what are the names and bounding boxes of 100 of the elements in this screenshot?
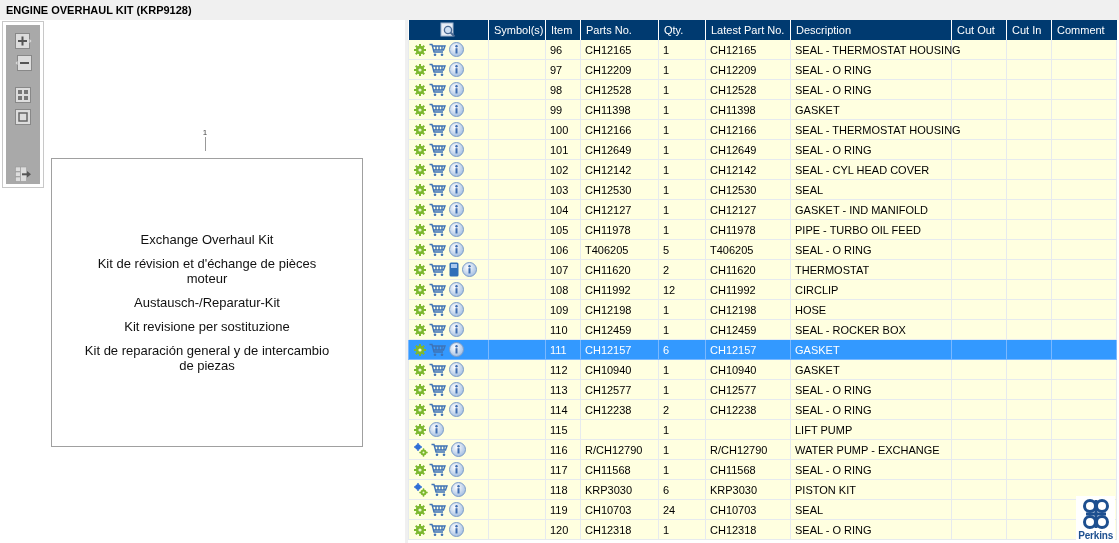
cart-icon[interactable] [429, 162, 446, 177]
table-row[interactable]: 101 CH12649 1 CH12649 SEAL - O RING [408, 139, 1117, 160]
cart-icon[interactable] [429, 522, 446, 537]
export-icon[interactable] [14, 166, 32, 183]
info-icon[interactable] [449, 242, 464, 257]
cart-icon[interactable] [429, 322, 446, 337]
cart-icon[interactable] [429, 502, 446, 517]
table-row[interactable]: 105 CH11978 1 CH11978 PIPE - TURBO OIL FEED [408, 219, 1117, 240]
cart-icon[interactable] [429, 82, 446, 97]
cart-icon[interactable] [429, 242, 446, 257]
table-row[interactable]: 119 CH10703 24 CH10703 SEAL [408, 499, 1117, 520]
table-cell: SEAL - O RING [795, 403, 872, 416]
column-header[interactable]: Latest Part No. [705, 20, 791, 40]
info-icon[interactable] [449, 62, 464, 77]
column-header[interactable]: Cut In [1006, 20, 1052, 40]
cart-icon[interactable] [429, 182, 446, 197]
table-cell: 103 [550, 183, 569, 196]
cart-icon[interactable] [429, 102, 446, 117]
table-cell: LIFT PUMP [795, 423, 853, 436]
gear-icon[interactable] [414, 343, 426, 356]
info-icon[interactable] [449, 322, 464, 337]
table-row[interactable]: 110 CH12459 1 CH12459 SEAL - ROCKER BOX [408, 319, 1117, 340]
info-icon[interactable] [449, 342, 464, 357]
info-icon[interactable] [451, 442, 466, 457]
info-icon[interactable] [449, 462, 464, 477]
table-cell: CH12165 [710, 43, 757, 56]
info-icon[interactable] [449, 182, 464, 197]
info-icon[interactable] [449, 502, 464, 517]
cart-icon[interactable] [429, 282, 446, 297]
info-icon[interactable] [449, 102, 464, 117]
table-cell: CH12166 [710, 123, 757, 136]
cart-icon[interactable] [429, 42, 446, 57]
table-row[interactable]: 97 CH12209 1 CH12209 SEAL - O RING [408, 59, 1117, 80]
table-cell: CH12238 [585, 403, 632, 416]
cart-icon[interactable] [429, 122, 446, 137]
info-icon[interactable] [451, 482, 466, 497]
table-row[interactable]: 99 CH11398 1 CH11398 GASKET [408, 99, 1117, 120]
info-icon[interactable] [449, 202, 464, 217]
column-header[interactable]: Parts No. [580, 20, 659, 40]
info-icon[interactable] [429, 422, 444, 437]
cart-icon[interactable] [429, 382, 446, 397]
info-icon[interactable] [449, 122, 464, 137]
zoom-out-icon[interactable] [14, 55, 32, 72]
table-row[interactable]: 96 CH12165 1 CH12165 SEAL - THERMOSTAT HOUSING [408, 40, 1117, 60]
info-icon[interactable] [449, 82, 464, 97]
info-icon[interactable] [449, 162, 464, 177]
cart-icon[interactable] [429, 362, 446, 377]
table-cell: SEAL - O RING [795, 143, 872, 156]
cart-icon[interactable] [429, 302, 446, 317]
fit-icon[interactable] [14, 109, 32, 126]
table-row[interactable]: 106 T406205 5 T406205 SEAL - O RING [408, 239, 1117, 260]
table-cell: CH12528 [710, 83, 757, 96]
gears-icon[interactable] [414, 482, 428, 497]
table-cell: CH12238 [710, 403, 757, 416]
table-row[interactable]: 103 CH12530 1 CH12530 SEAL [408, 179, 1117, 200]
cart-icon[interactable] [429, 62, 446, 77]
table-row[interactable]: 118 KRP3030 6 KRP3030 PISTON KIT [408, 479, 1117, 500]
table-row[interactable]: 112 CH10940 1 CH10940 GASKET [408, 359, 1117, 380]
column-header[interactable]: Qty. [658, 20, 706, 40]
table-row[interactable]: 115 1 LIFT PUMP [408, 419, 1117, 440]
gears-icon[interactable] [414, 442, 428, 457]
info-icon[interactable] [449, 522, 464, 537]
grid-icon[interactable] [14, 87, 32, 104]
table-row[interactable]: 113 CH12577 1 CH12577 SEAL - O RING [408, 379, 1117, 400]
cart-icon[interactable] [429, 202, 446, 217]
column-header[interactable]: Comment [1051, 20, 1117, 40]
zoom-in-icon[interactable] [14, 33, 32, 50]
cart-icon[interactable] [429, 462, 446, 477]
table-row[interactable]: 102 CH12142 1 CH12142 SEAL - CYL HEAD COVER [408, 159, 1117, 180]
info-icon[interactable] [449, 142, 464, 157]
info-icon[interactable] [449, 42, 464, 57]
book-icon[interactable] [449, 262, 459, 277]
info-icon[interactable] [462, 262, 477, 277]
table-row[interactable]: 100 CH12166 1 CH12166 SEAL - THERMOSTAT HOUSING [408, 119, 1117, 140]
info-icon[interactable] [449, 222, 464, 237]
table-row[interactable]: 104 CH12127 1 CH12127 GASKET - IND MANIFOLD [408, 199, 1117, 220]
info-icon[interactable] [449, 282, 464, 297]
cart-icon[interactable] [429, 262, 446, 277]
cart-icon[interactable] [431, 482, 448, 497]
table-row[interactable]: 98 CH12528 1 CH12528 SEAL - O RING [408, 79, 1117, 100]
find-icon[interactable] [440, 22, 457, 38]
column-header[interactable]: Description [790, 20, 952, 40]
table-row[interactable]: 108 CH11992 12 CH11992 CIRCLIP [408, 279, 1117, 300]
table-row[interactable]: 117 CH11568 1 CH11568 SEAL - O RING [408, 459, 1117, 480]
cart-icon[interactable] [429, 402, 446, 417]
info-icon[interactable] [449, 362, 464, 377]
kit-description: Exchange Overhaul Kit [140, 232, 274, 247]
cart-icon[interactable] [429, 142, 446, 157]
cart-icon[interactable] [429, 222, 446, 237]
table-row[interactable]: 116 R/CH12790 1 R/CH12790 WATER PUMP - EXCHANGE [408, 439, 1117, 460]
table-row[interactable]: 109 CH12198 1 CH12198 HOSE [408, 299, 1117, 320]
table-row[interactable]: 107 CH11620 2 CH11620 THERMOSTAT [408, 259, 1117, 280]
info-icon[interactable] [449, 302, 464, 317]
column-header[interactable]: Symbol(s) [488, 20, 546, 40]
table-row[interactable]: 114 CH12238 2 CH12238 SEAL - O RING [408, 399, 1117, 420]
info-icon[interactable] [449, 402, 464, 417]
cart-icon[interactable] [431, 442, 448, 457]
column-header[interactable]: Cut Out [951, 20, 1007, 40]
column-header[interactable]: Item [545, 20, 581, 40]
info-icon[interactable] [449, 382, 464, 397]
